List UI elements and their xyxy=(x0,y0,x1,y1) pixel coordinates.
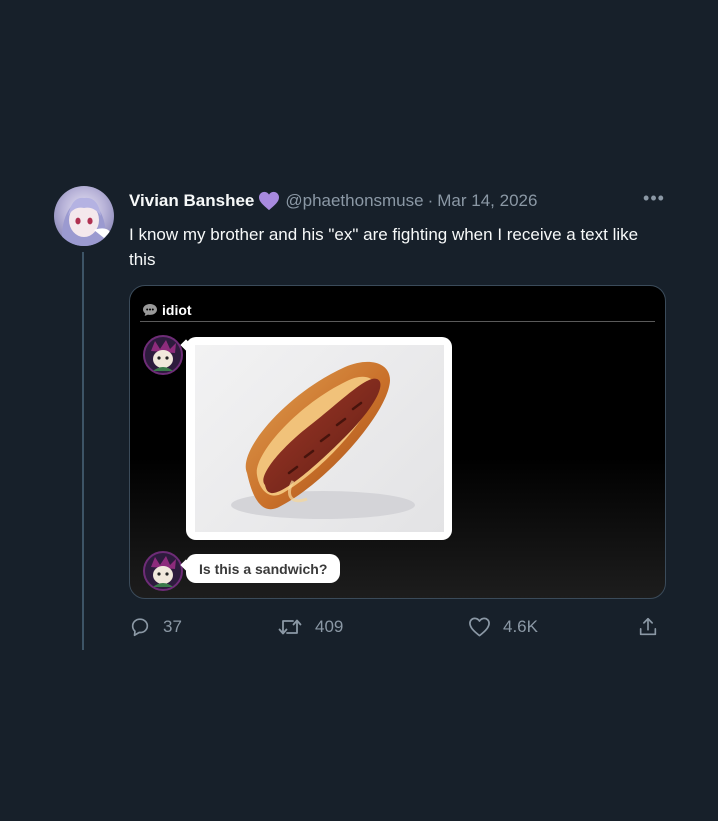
retweet-count: 409 xyxy=(315,617,344,636)
like-count: 4.6K xyxy=(503,617,538,636)
sender-character-icon xyxy=(151,340,176,371)
hot-dog-image-icon xyxy=(231,361,415,519)
sender-avatar xyxy=(143,335,183,375)
author-name[interactable]: Vivian Banshee xyxy=(129,191,254,211)
channel-header: idiot xyxy=(142,302,192,318)
tweet-text: I know my brother and his "ex" are fight… xyxy=(129,225,639,269)
like-button[interactable]: 4.6K xyxy=(468,613,538,641)
channel-name: idiot xyxy=(162,302,192,318)
reply-button[interactable]: 37 xyxy=(129,613,182,641)
share-icon xyxy=(639,617,657,636)
tweet-actions: 37 409 4.6K xyxy=(129,613,669,641)
image-message-bubble[interactable] xyxy=(186,337,452,540)
retweet-button[interactable]: 409 xyxy=(277,613,343,641)
heart-icon xyxy=(469,617,490,637)
tweet-date[interactable]: Mar 14, 2026 xyxy=(437,191,537,211)
anime-avatar-icon xyxy=(61,197,110,246)
hot-dog-photo[interactable] xyxy=(195,345,444,532)
author-handle[interactable]: @phaethonsmuse xyxy=(285,191,423,211)
author-avatar[interactable] xyxy=(54,186,114,246)
reply-icon xyxy=(131,618,149,637)
sender-character-icon xyxy=(151,556,176,587)
retweet-icon xyxy=(278,619,302,635)
thread-line xyxy=(82,252,84,650)
channel-divider xyxy=(140,321,655,322)
more-options-icon[interactable]: ••• xyxy=(642,188,666,208)
tweet-header: Vivian Banshee @phaethonsmuse · Mar 14, … xyxy=(129,190,669,212)
sender-avatar-2 xyxy=(143,551,183,591)
tweet-media[interactable]: idiot Is this a sandwich? xyxy=(129,285,666,599)
speech-bubble-icon xyxy=(142,303,158,317)
purple-heart-icon xyxy=(258,191,280,211)
reply-count: 37 xyxy=(163,617,182,636)
share-button[interactable] xyxy=(637,613,671,641)
header-separator: · xyxy=(427,191,434,210)
text-message-bubble[interactable]: Is this a sandwich? xyxy=(186,554,341,583)
